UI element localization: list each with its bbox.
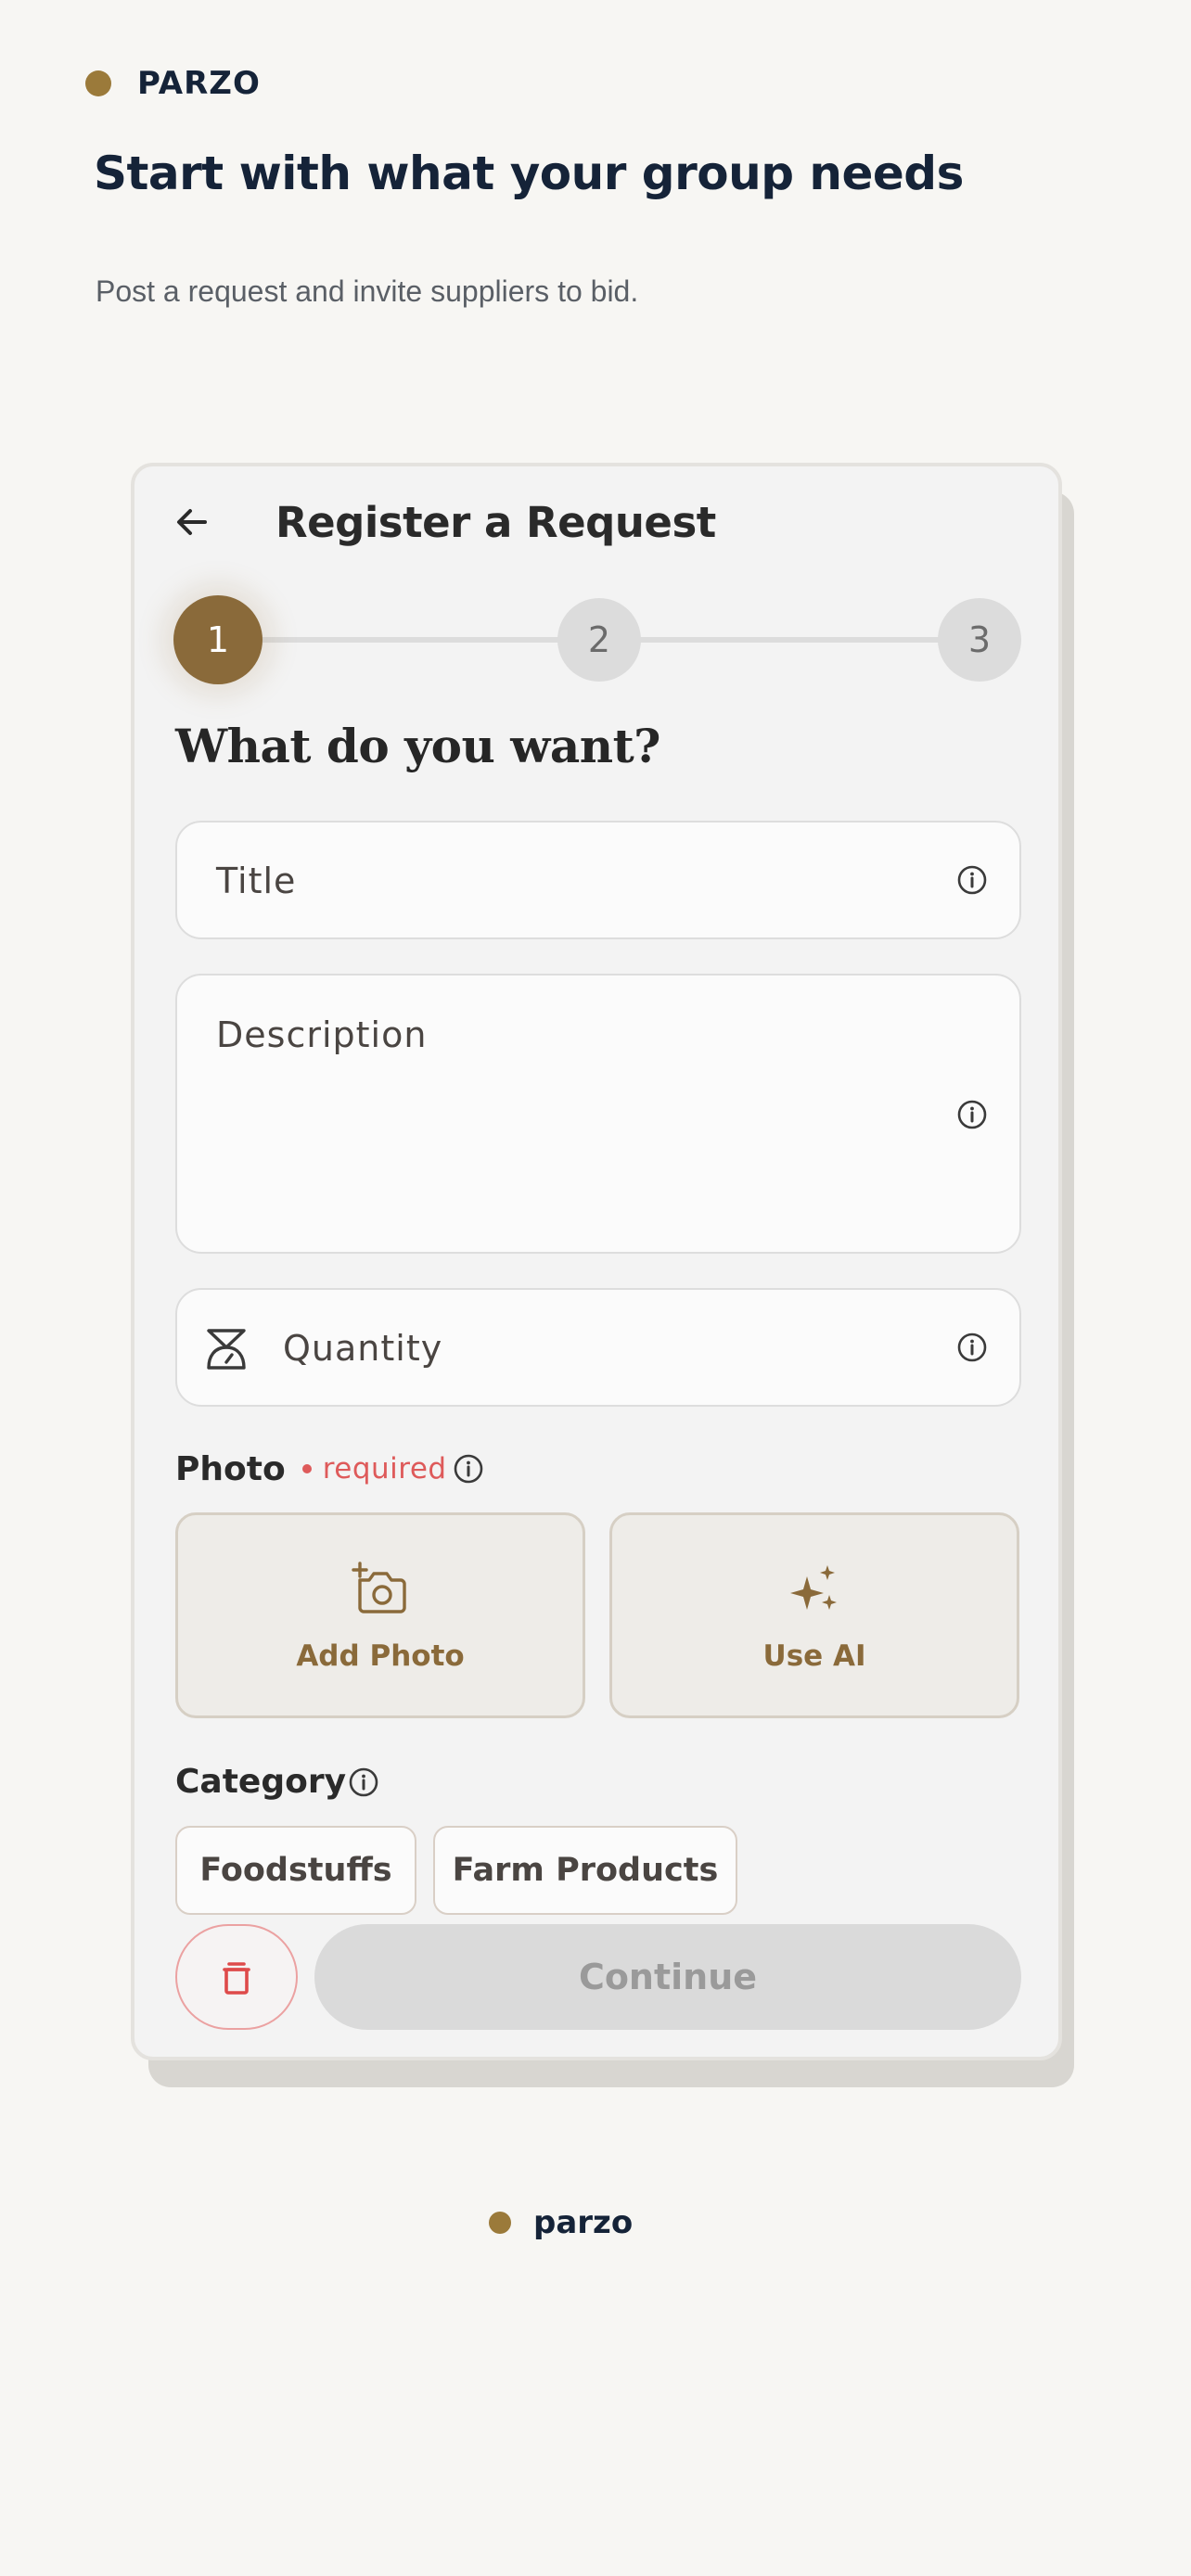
trash-icon [223, 1962, 250, 1995]
card-header: Register a Request [172, 494, 716, 550]
title-placeholder: Title [216, 861, 297, 901]
brand-dot-icon [489, 2212, 511, 2234]
step-2: 2 [557, 598, 641, 682]
sparkles-icon [790, 1565, 837, 1610]
info-icon[interactable] [453, 1453, 484, 1485]
brand-dot-icon [85, 70, 111, 96]
quantity-field[interactable]: Quantity [175, 1288, 1021, 1407]
required-dot-icon [301, 1464, 312, 1473]
category-chip-farm-products[interactable]: Farm Products [433, 1826, 737, 1915]
photo-label-row: Photo required [175, 1449, 484, 1488]
info-icon[interactable] [956, 1332, 988, 1363]
brand-bottom: parzo [489, 2204, 633, 2241]
step-1: 1 [173, 595, 263, 684]
stepper: 1 2 3 [173, 595, 1021, 684]
continue-button[interactable]: Continue [314, 1924, 1021, 2030]
description-placeholder: Description [216, 1014, 428, 1055]
delete-button[interactable] [175, 1924, 298, 2030]
step-connector [628, 637, 949, 643]
category-label: Category [175, 1763, 347, 1801]
title-field[interactable]: Title [175, 821, 1021, 939]
page-subline: Post a request and invite suppliers to b… [96, 274, 639, 308]
add-photo-label: Add Photo [296, 1639, 465, 1673]
step-connector [248, 637, 563, 643]
card-title: Register a Request [275, 497, 716, 547]
brand-name: PARZO [137, 65, 261, 102]
description-field[interactable]: Description [175, 974, 1021, 1254]
arrow-left-icon[interactable] [172, 502, 212, 542]
question-heading: What do you want? [175, 719, 660, 773]
add-camera-icon [352, 1562, 406, 1613]
photo-label: Photo [175, 1449, 286, 1488]
info-icon[interactable] [956, 864, 988, 896]
required-text: required [322, 1452, 447, 1486]
brand-name-footer: parzo [533, 2204, 634, 2241]
step-3: 3 [938, 598, 1021, 682]
request-card: Register a Request 1 2 3 What do you wan… [131, 463, 1062, 2060]
use-ai-button[interactable]: Use AI [609, 1512, 1019, 1718]
info-icon[interactable] [956, 1099, 988, 1130]
use-ai-label: Use AI [762, 1639, 866, 1673]
category-chip-foodstuffs[interactable]: Foodstuffs [175, 1826, 416, 1915]
scale-icon [207, 1329, 246, 1370]
page-headline: Start with what your group needs [94, 147, 964, 200]
info-icon[interactable] [348, 1766, 379, 1798]
add-photo-button[interactable]: Add Photo [175, 1512, 585, 1718]
category-label-row: Category [175, 1763, 379, 1801]
quantity-placeholder: Quantity [283, 1328, 443, 1369]
brand-top: PARZO [85, 65, 261, 102]
